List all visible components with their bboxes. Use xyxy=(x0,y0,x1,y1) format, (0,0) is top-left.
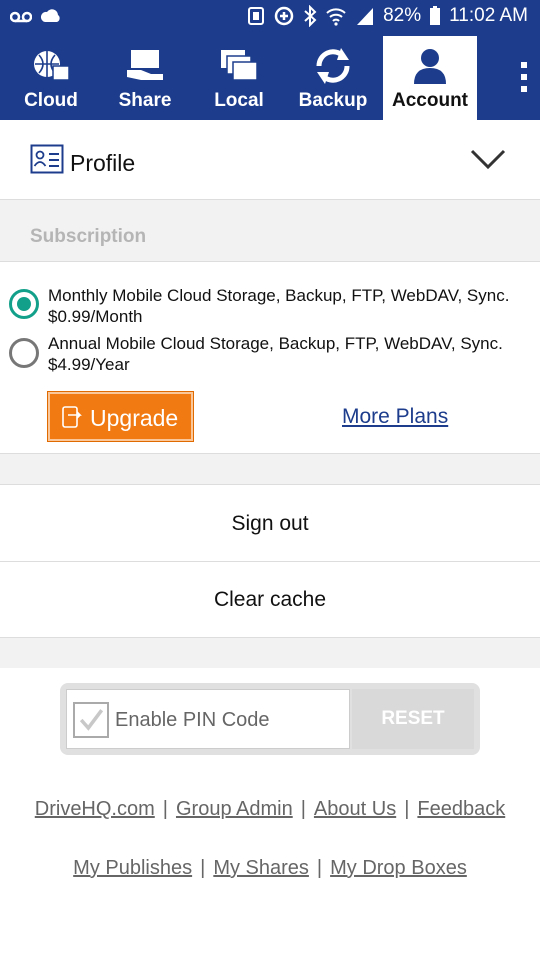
wifi-icon xyxy=(326,8,346,26)
drivehq-link[interactable]: DriveHQ.com xyxy=(35,798,155,820)
more-plans-link[interactable]: More Plans xyxy=(342,405,448,429)
radio-annual[interactable] xyxy=(9,338,39,368)
feedback-link[interactable]: Feedback xyxy=(417,798,505,820)
tab-local-label: Local xyxy=(214,90,264,111)
battery-percent: 82% xyxy=(383,5,422,26)
plan-monthly-desc: Monthly Mobile Cloud Storage, Backup, FT… xyxy=(48,286,510,305)
tab-backup-label: Backup xyxy=(298,90,368,111)
tab-cloud[interactable]: Cloud xyxy=(4,36,98,120)
battery-icon xyxy=(430,6,441,25)
profile-row[interactable]: Profile xyxy=(0,120,540,200)
status-left xyxy=(10,6,62,28)
clock: 11:02 AM xyxy=(449,5,528,26)
upgrade-label: Upgrade xyxy=(90,405,179,431)
my-shares-link[interactable]: My Shares xyxy=(213,857,309,879)
upgrade-button[interactable]: Upgrade xyxy=(47,391,194,442)
profile-card-icon xyxy=(30,144,64,174)
separator: | xyxy=(300,798,306,820)
cloud-globe-icon xyxy=(34,51,70,81)
tab-account[interactable]: Account xyxy=(383,36,477,120)
radio-monthly[interactable] xyxy=(9,289,39,319)
signal-icon xyxy=(357,8,374,25)
tab-cloud-label: Cloud xyxy=(24,90,78,111)
overflow-menu-icon[interactable] xyxy=(514,62,534,98)
plan-annual-desc: Annual Mobile Cloud Storage, Backup, FTP… xyxy=(48,334,503,353)
about-us-link[interactable]: About Us xyxy=(314,798,396,820)
data-saver-icon xyxy=(274,6,294,26)
cloud-sync-icon xyxy=(40,9,60,22)
enable-pin-toggle[interactable]: Enable PIN Code xyxy=(66,689,350,749)
separator: | xyxy=(316,857,323,879)
tab-share[interactable]: Share xyxy=(98,36,192,120)
separator: | xyxy=(162,798,168,820)
sign-out-button[interactable]: Sign out xyxy=(0,486,540,562)
my-publishes-link[interactable]: My Publishes xyxy=(73,857,192,879)
tab-share-label: Share xyxy=(118,90,172,111)
footer-links-row2: My Publishes | My Shares | My Drop Boxes xyxy=(0,857,540,880)
enable-pin-label: Enable PIN Code xyxy=(115,709,270,731)
group-admin-link[interactable]: Group Admin xyxy=(176,798,293,820)
bluetooth-icon xyxy=(304,5,317,27)
tab-account-label: Account xyxy=(392,90,468,111)
reset-button[interactable]: RESET xyxy=(352,689,474,749)
plan-annual-text: Annual Mobile Cloud Storage, Backup, FTP… xyxy=(48,333,528,375)
tab-backup[interactable]: Backup xyxy=(286,36,380,120)
section-divider xyxy=(0,453,540,485)
plan-annual-price: $4.99/Year xyxy=(48,355,130,374)
top-tab-bar: Cloud Share Local Backup Account xyxy=(0,36,540,120)
voicemail-icon xyxy=(10,11,32,23)
separator: | xyxy=(404,798,410,820)
chevron-down-icon[interactable] xyxy=(470,148,506,170)
account-person-icon xyxy=(414,49,446,84)
subscription-title: Subscription xyxy=(30,226,147,247)
tab-local[interactable]: Local xyxy=(192,36,286,120)
footer-links-row1: DriveHQ.com | Group Admin | About Us | Feedbac… xyxy=(0,798,540,821)
status-bar: 82% 11:02 AM xyxy=(0,0,540,36)
status-right: 82% 11:02 AM xyxy=(247,5,528,27)
nfc-icon xyxy=(248,7,265,25)
local-windows-icon xyxy=(221,50,258,81)
clear-cache-button[interactable]: Clear cache xyxy=(0,562,540,638)
share-hand-icon xyxy=(127,50,163,80)
pin-code-control: Enable PIN Code RESET xyxy=(60,683,480,755)
backup-sync-icon xyxy=(316,48,350,84)
upgrade-phone-icon xyxy=(62,406,82,428)
plan-monthly-text: Monthly Mobile Cloud Storage, Backup, FT… xyxy=(48,285,528,327)
plan-monthly-price: $0.99/Month xyxy=(48,307,143,326)
section-divider-bottom xyxy=(0,638,540,668)
separator: | xyxy=(200,857,206,879)
checkbox-icon[interactable] xyxy=(73,702,109,738)
my-drop-boxes-link[interactable]: My Drop Boxes xyxy=(330,857,467,879)
profile-label: Profile xyxy=(70,150,136,176)
subscription-header: Subscription xyxy=(0,200,540,262)
